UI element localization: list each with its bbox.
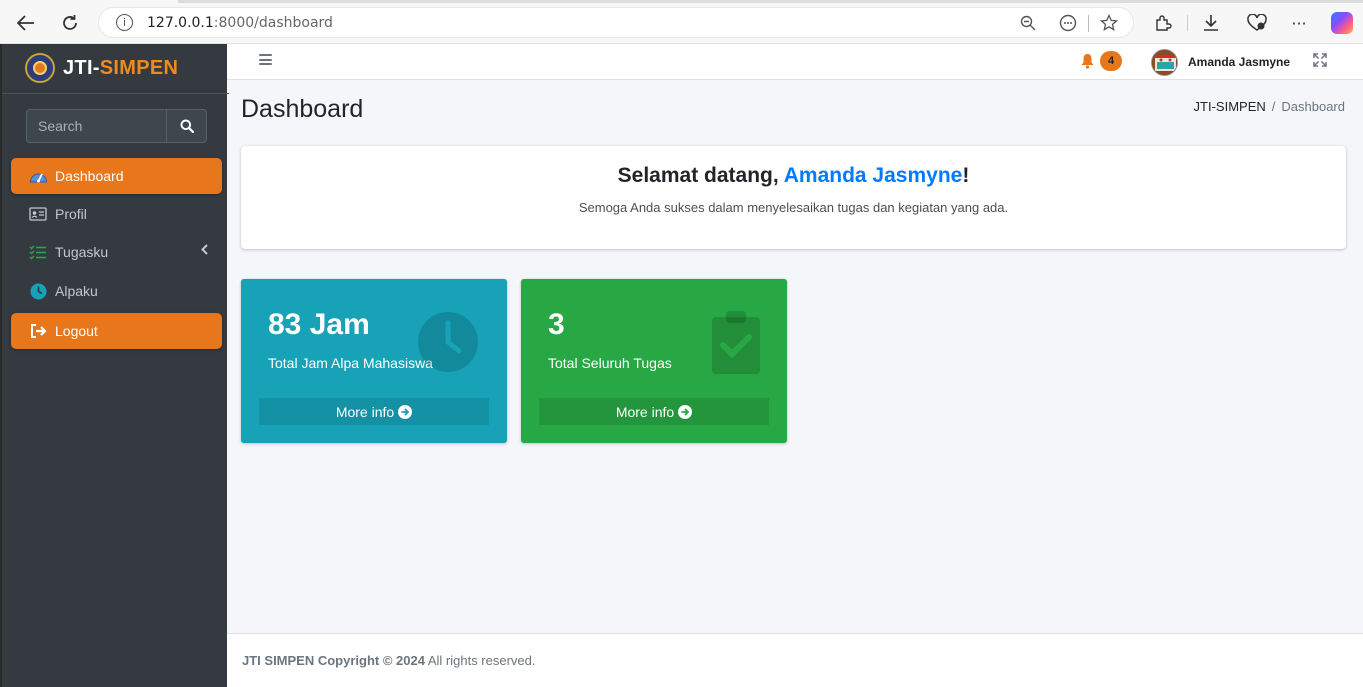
extensions-icon[interactable] [1150, 10, 1176, 36]
search-icon [180, 119, 194, 133]
breadcrumb: JTI-SIMPEN / Dashboard [1194, 99, 1345, 114]
more-menu-icon[interactable]: ··· [1286, 10, 1312, 36]
id-card-icon [28, 204, 48, 224]
bell-icon[interactable] [1080, 53, 1095, 69]
clock-icon [418, 312, 478, 372]
sidebar-item-label: Logout [55, 323, 98, 339]
breadcrumb-root[interactable]: JTI-SIMPEN [1194, 99, 1266, 114]
breadcrumb-separator: / [1271, 99, 1276, 114]
copyright-text: JTI SIMPEN Copyright © 2024 All rights r… [242, 653, 536, 668]
breadcrumb-current: Dashboard [1281, 99, 1345, 114]
copilot-icon[interactable] [1331, 12, 1353, 34]
back-icon[interactable] [12, 9, 40, 37]
sidebar-item-alpaku[interactable]: Alpaku [11, 273, 222, 309]
more-info-link[interactable]: More info [259, 398, 489, 425]
favorite-star-icon[interactable] [1098, 12, 1120, 34]
stat-label: Total Seluruh Tugas [548, 355, 672, 371]
tab-strip [0, 0, 1363, 3]
welcome-card: Selamat datang, Amanda Jasmyne! Semoga A… [241, 146, 1346, 249]
url-text[interactable]: 127.0.0.1:8000/dashboard [147, 15, 333, 31]
zoom-icon[interactable] [1017, 12, 1039, 34]
sidebar-search [26, 109, 207, 143]
brand-text: JTI-SIMPEN [63, 57, 179, 79]
arrow-circle-right-icon [398, 404, 413, 419]
tasks-icon [28, 242, 48, 262]
sign-out-icon [28, 321, 48, 341]
stat-value: 3 [548, 308, 565, 341]
sidebar-item-label: Dashboard [55, 168, 124, 184]
refresh-icon[interactable] [56, 9, 84, 37]
sidebar-item-dashboard[interactable]: Dashboard [11, 158, 222, 194]
brand-logo-icon [25, 53, 55, 83]
page-title: Dashboard [241, 95, 364, 123]
sidebar-item-profil[interactable]: Profil [11, 196, 222, 232]
browser-essentials-icon[interactable] [1244, 10, 1270, 36]
sidebar-item-label: Profil [55, 206, 87, 222]
fullscreen-expand-icon[interactable] [1313, 53, 1327, 67]
tachometer-icon [28, 166, 48, 186]
reading-view-icon[interactable] [1057, 12, 1079, 34]
arrow-circle-right-icon [678, 404, 693, 419]
stat-label: Total Jam Alpa Mahasiswa [268, 355, 433, 371]
sidebar: JTI-SIMPEN Dashboard Profil Tugasku Alpa… [0, 44, 229, 687]
clipboard-check-icon [712, 311, 760, 374]
search-input[interactable] [26, 109, 167, 143]
browser-toolbar: i 127.0.0.1:8000/dashboard ··· [0, 0, 1363, 44]
search-button[interactable] [166, 109, 207, 143]
user-name[interactable]: Amanda Jasmyne [1188, 55, 1290, 69]
page-footer: JTI SIMPEN Copyright © 2024 All rights r… [227, 633, 1363, 687]
sidebar-item-tugasku[interactable]: Tugasku [11, 234, 222, 270]
downloads-icon[interactable] [1198, 10, 1224, 36]
notification-badge: 4 [1100, 51, 1122, 71]
site-info-icon[interactable]: i [116, 14, 133, 31]
address-bar[interactable]: i 127.0.0.1:8000/dashboard [98, 7, 1134, 38]
welcome-title: Selamat datang, Amanda Jasmyne! [617, 164, 970, 187]
top-navbar: 4 Amanda Jasmyne [227, 44, 1363, 80]
sidebar-item-label: Tugasku [55, 244, 109, 260]
welcome-subtitle: Semoga Anda sukses dalam menyelesaikan t… [578, 200, 1009, 215]
stat-box-jam-alpa: 83 Jam Total Jam Alpa Mahasiswa More inf… [241, 279, 507, 443]
stat-value: 83 Jam [268, 308, 370, 341]
brand-link[interactable]: JTI-SIMPEN [2, 44, 229, 94]
chevron-left-icon[interactable] [201, 244, 208, 258]
sidebar-item-logout[interactable]: Logout [11, 313, 222, 349]
menu-toggle-icon[interactable] [259, 54, 272, 65]
clock-icon [28, 281, 48, 301]
avatar[interactable] [1151, 49, 1178, 76]
more-info-link[interactable]: More info [539, 398, 769, 425]
stat-box-seluruh-tugas: 3 Total Seluruh Tugas More info [521, 279, 787, 443]
sidebar-item-label: Alpaku [55, 283, 98, 299]
